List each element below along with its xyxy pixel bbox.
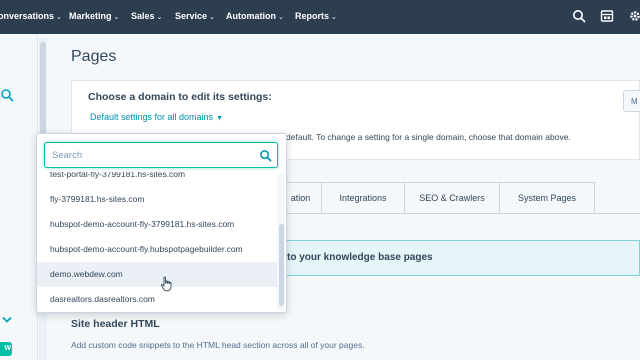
- section-description: Add custom code snippets to the HTML hea…: [71, 340, 365, 350]
- settings-icon[interactable]: [628, 9, 640, 23]
- nav-automation[interactable]: Automation ⌄: [226, 11, 284, 21]
- chevron-down-icon: ⌄: [156, 14, 163, 21]
- tab-integrations[interactable]: Integrations: [321, 182, 405, 214]
- choose-domain-label: Choose a domain to edit its settings:: [88, 91, 272, 103]
- domain-option[interactable]: hubspot-demo-account-fly.hubspotpagebuil…: [37, 237, 277, 262]
- search-icon[interactable]: [259, 149, 272, 162]
- chevron-down-icon: ⌄: [56, 14, 62, 21]
- top-navigation-bar: onversations ⌄ Marketing ⌄ Sales ⌄ Service ⌄…: [0, 0, 640, 34]
- search-icon[interactable]: [0, 88, 14, 102]
- domain-option[interactable]: fly-3799181.hs-sites.com: [37, 187, 277, 212]
- hand-pointer-icon: [160, 276, 172, 292]
- tab-system-pages[interactable]: System Pages: [499, 182, 595, 214]
- chevron-down-icon: ⌄: [331, 14, 337, 21]
- status-badge[interactable]: W: [0, 342, 12, 356]
- dropdown-scroll-thumb[interactable]: [279, 224, 284, 306]
- chevron-down-icon[interactable]: [2, 316, 12, 324]
- search-input[interactable]: [52, 148, 252, 162]
- banner-text: to your knowledge base pages: [287, 252, 433, 263]
- section-title: Site header HTML: [71, 318, 160, 330]
- search-field-wrapper: [44, 142, 278, 168]
- nav-sales[interactable]: Sales ⌄: [131, 11, 162, 21]
- nav-marketing[interactable]: Marketing ⌄: [69, 11, 119, 21]
- left-sidebar: [0, 34, 38, 360]
- page-title: Pages: [71, 48, 117, 65]
- search-icon[interactable]: [572, 9, 586, 23]
- domain-option[interactable]: dasrealtors.dasrealtors.com: [37, 287, 277, 312]
- nav-reports[interactable]: Reports ⌄: [295, 11, 337, 21]
- domain-options-list: test-portal-fly-3799181.hs-sites.com fly…: [37, 172, 277, 312]
- chevron-down-icon: ⌄: [278, 14, 284, 21]
- chevron-down-icon: ⌄: [209, 14, 215, 21]
- chevron-down-icon: ⌄: [113, 14, 120, 21]
- domain-help-text: default. To change a setting for a singl…: [286, 132, 571, 142]
- domain-selector-toggle[interactable]: Default settings for all domains ▼: [90, 112, 223, 122]
- caret-down-icon: ▼: [216, 115, 223, 122]
- tab-seo-crawlers[interactable]: SEO & Crawlers: [404, 182, 500, 214]
- nav-conversations[interactable]: onversations ⌄: [0, 11, 62, 21]
- side-action-button[interactable]: M: [623, 90, 640, 112]
- domain-option[interactable]: hubspot-demo-account-fly-3799181.hs-site…: [37, 212, 277, 237]
- domain-option[interactable]: test-portal-fly-3799181.hs-sites.com: [37, 172, 277, 187]
- domain-option-hovered[interactable]: demo.webdew.com: [37, 262, 277, 287]
- nav-service[interactable]: Service ⌄: [175, 11, 215, 21]
- sidebar-scroll-thumb[interactable]: [40, 42, 46, 142]
- marketplace-icon[interactable]: [600, 9, 614, 23]
